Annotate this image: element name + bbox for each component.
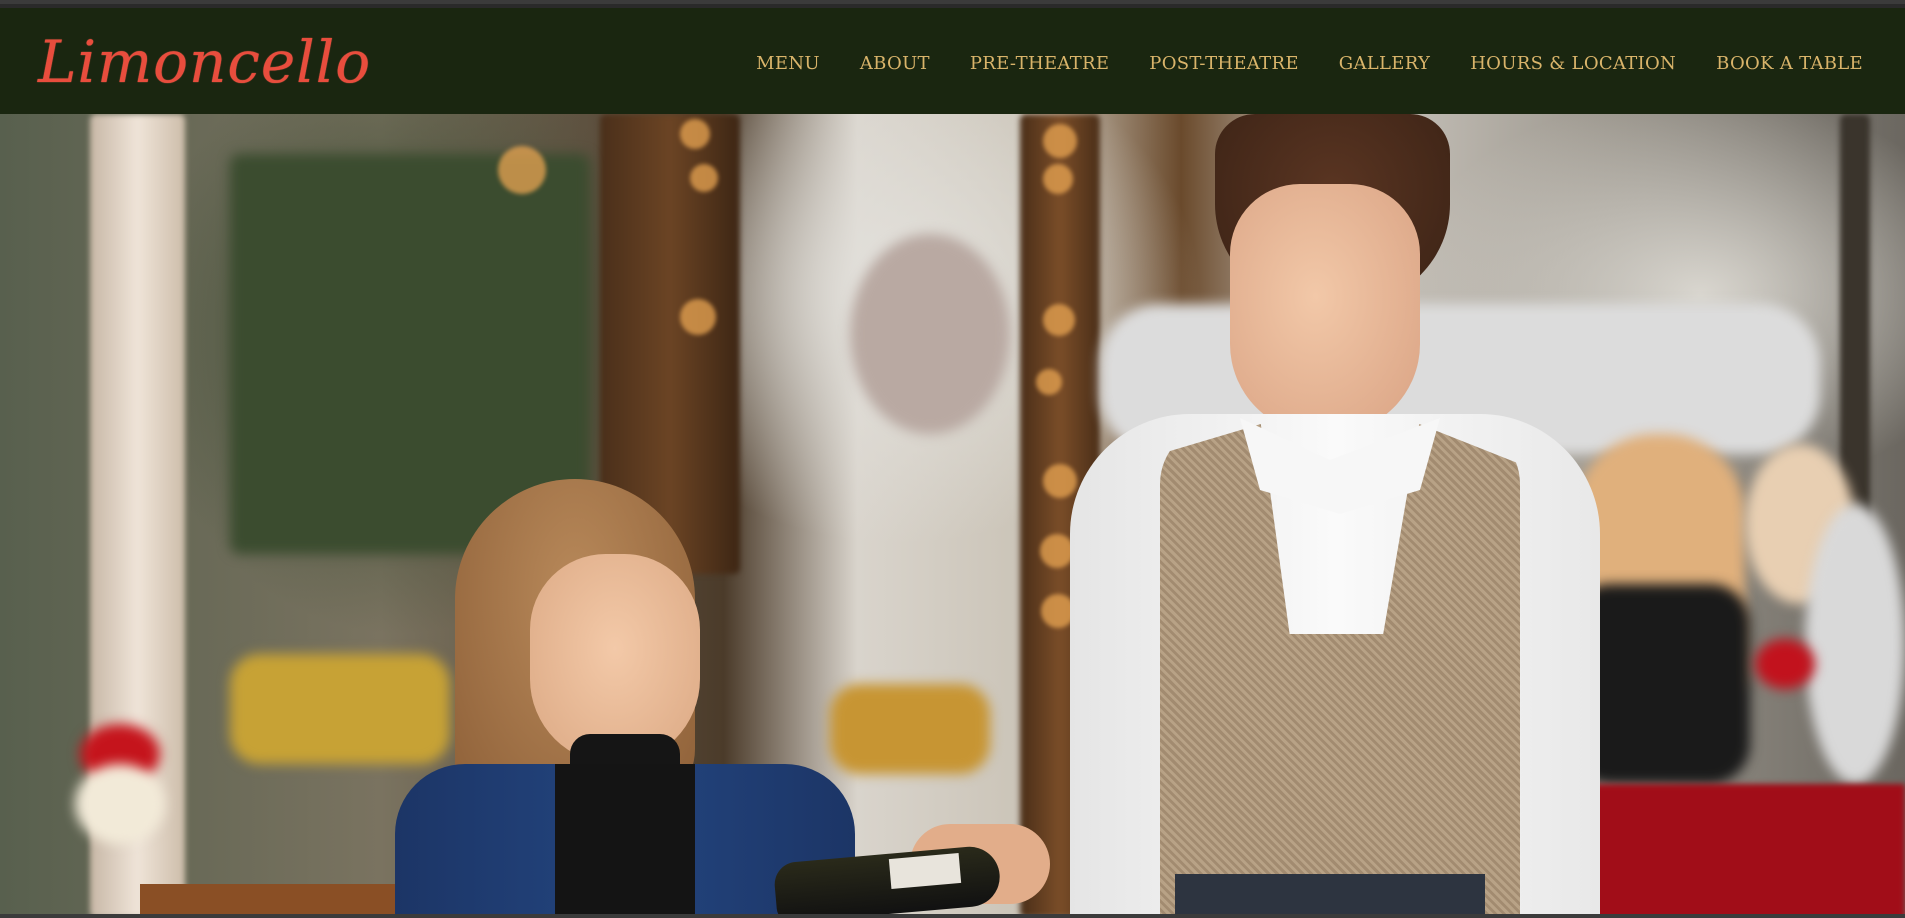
nav-item-post-theatre[interactable]: POST-THEATRE xyxy=(1149,53,1298,75)
hero-background-person xyxy=(850,234,1010,434)
hero-seated-woman-top xyxy=(555,764,695,918)
nav-item-hours-location[interactable]: HOURS & LOCATION xyxy=(1470,53,1676,75)
hero-waitress-face xyxy=(1230,184,1420,434)
hero-yellow-chair xyxy=(230,654,450,764)
hero-bokeh-light xyxy=(498,146,546,194)
nav-item-menu[interactable]: MENU xyxy=(756,53,820,75)
nav-item-about[interactable]: ABOUT xyxy=(860,53,930,75)
nav-item-book-a-table[interactable]: BOOK A TABLE xyxy=(1716,53,1863,75)
hero-white-rose-left xyxy=(75,764,165,844)
hero-bokeh-light xyxy=(1043,164,1073,194)
hero-yellow-chair xyxy=(830,684,990,774)
hero-red-rose-right xyxy=(1755,639,1815,689)
hero-waitress-skirt xyxy=(1175,874,1485,918)
hero-bokeh-light xyxy=(680,299,716,335)
hero-bokeh-light xyxy=(690,164,718,192)
site-header: Limoncello MENU ABOUT PRE-THEATRE POST-T… xyxy=(0,8,1905,114)
hero-diner-white-shirt xyxy=(1805,504,1905,784)
bottom-window-edge xyxy=(0,914,1905,918)
nav-item-pre-theatre[interactable]: PRE-THEATRE xyxy=(970,53,1109,75)
brand-logo[interactable]: Limoncello xyxy=(38,22,371,102)
hero-image xyxy=(0,114,1905,918)
hero-bokeh-light xyxy=(680,119,710,149)
hero-bokeh-light xyxy=(1036,369,1062,395)
hero-seated-woman-face xyxy=(530,554,700,764)
hero-wine-label xyxy=(888,853,962,889)
hero-bokeh-light xyxy=(1040,534,1074,568)
hero-bokeh-light xyxy=(1043,124,1077,158)
nav-item-gallery[interactable]: GALLERY xyxy=(1339,53,1430,75)
main-nav: MENU ABOUT PRE-THEATRE POST-THEATRE GALL… xyxy=(756,53,1863,75)
page: Limoncello MENU ABOUT PRE-THEATRE POST-T… xyxy=(0,0,1905,918)
hero-bokeh-light xyxy=(1043,304,1075,336)
hero-bokeh-light xyxy=(1043,464,1077,498)
